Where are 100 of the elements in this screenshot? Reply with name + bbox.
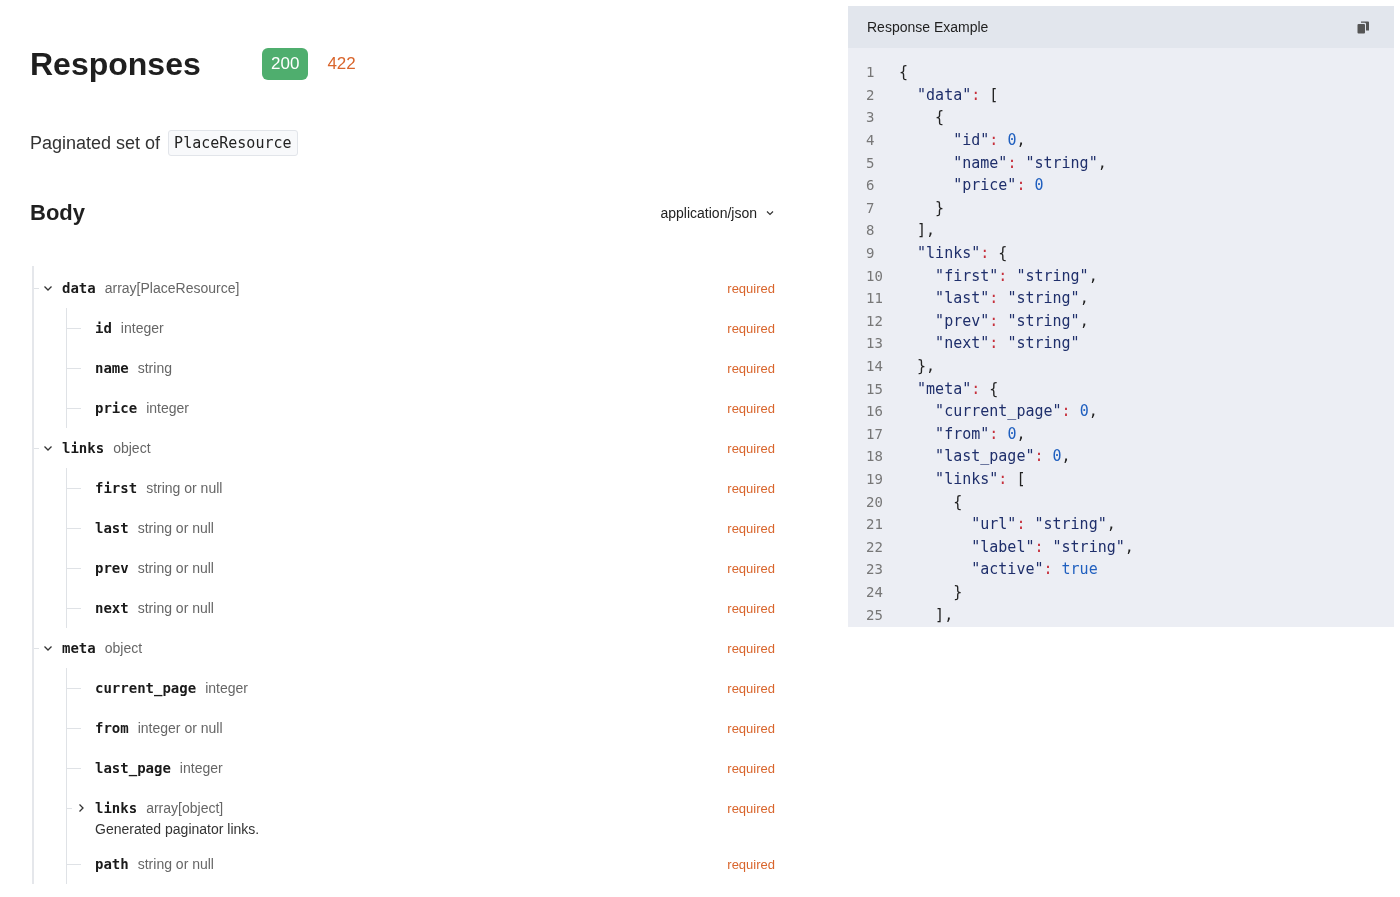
field-type: string or null bbox=[137, 600, 214, 616]
required-label: required bbox=[727, 360, 775, 376]
code-line: "links": [ bbox=[934, 470, 1026, 488]
required-label: required bbox=[727, 640, 775, 656]
code-line: }, bbox=[916, 357, 936, 375]
code-line: "from": 0, bbox=[934, 424, 1026, 443]
line-number: 11 bbox=[866, 290, 884, 307]
line-number: 3 bbox=[866, 109, 876, 126]
line-number: 6 bbox=[866, 177, 876, 194]
code-line: } bbox=[952, 582, 963, 601]
field-type: object bbox=[113, 440, 151, 456]
code-line: "data": [ bbox=[916, 85, 999, 104]
field-name: price bbox=[95, 400, 138, 416]
line-number: 22 bbox=[866, 538, 884, 555]
field-name: meta bbox=[62, 640, 96, 656]
field-type: object bbox=[104, 640, 143, 656]
field-name: first bbox=[95, 480, 138, 496]
line-number: 12 bbox=[866, 312, 884, 329]
required-label: required bbox=[727, 760, 775, 776]
field-name: from bbox=[95, 720, 129, 736]
field-name: links bbox=[62, 440, 105, 456]
line-number: 21 bbox=[866, 516, 884, 533]
status-code-tab[interactable]: 422 bbox=[327, 48, 356, 80]
section-title: Responses bbox=[30, 45, 202, 83]
code-line: "meta": { bbox=[916, 379, 999, 398]
field-name: last bbox=[95, 520, 129, 536]
code-line: "last": "string", bbox=[934, 289, 1089, 308]
code-line: "price": 0 bbox=[952, 176, 1044, 195]
schema-code: PlaceResource bbox=[168, 130, 298, 156]
content-type-dropdown[interactable]: application/json bbox=[660, 205, 775, 221]
required-label: required bbox=[727, 400, 775, 416]
field-type: integer bbox=[205, 680, 248, 696]
required-label: required bbox=[727, 600, 775, 616]
required-label: required bbox=[727, 440, 775, 456]
field-type: string or null bbox=[137, 560, 214, 576]
line-number: 23 bbox=[866, 561, 884, 578]
line-number: 8 bbox=[866, 222, 876, 239]
code-line: "first": "string", bbox=[934, 266, 1098, 285]
field-name: path bbox=[95, 856, 129, 872]
body-title: Body bbox=[30, 200, 85, 226]
line-number: 17 bbox=[866, 425, 884, 442]
line-number: 15 bbox=[866, 380, 884, 397]
field-name: name bbox=[95, 360, 129, 376]
code-line: "label": "string", bbox=[970, 537, 1134, 556]
field-type: integer bbox=[179, 760, 223, 776]
required-label: required bbox=[727, 720, 775, 736]
required-label: required bbox=[727, 680, 775, 696]
field-description: Generated paginator links. bbox=[95, 821, 261, 837]
field-type: integer bbox=[146, 400, 189, 416]
line-number: 2 bbox=[866, 86, 876, 103]
field-name: next bbox=[95, 600, 129, 616]
required-label: required bbox=[727, 800, 775, 816]
field-name: last_page bbox=[95, 760, 171, 776]
collapse-chevron-icon[interactable] bbox=[43, 443, 53, 453]
code-line: "next": "string" bbox=[934, 334, 1080, 353]
line-number: 25 bbox=[866, 606, 884, 623]
line-number: 24 bbox=[866, 583, 884, 600]
status-code-tab[interactable]: 200 bbox=[262, 48, 309, 80]
field-type: integer or null bbox=[137, 720, 223, 736]
code-line: "prev": "string", bbox=[934, 311, 1089, 330]
code-line: { bbox=[899, 63, 909, 82]
field-type: string or null bbox=[137, 520, 214, 536]
line-number: 7 bbox=[866, 199, 876, 216]
code-line: { bbox=[934, 108, 945, 127]
line-number: 10 bbox=[866, 267, 884, 284]
field-type: array[object] bbox=[146, 800, 224, 816]
required-label: required bbox=[727, 856, 775, 872]
field-name: data bbox=[62, 280, 96, 296]
field-type: integer bbox=[120, 320, 164, 336]
line-number: 4 bbox=[866, 132, 876, 149]
required-label: required bbox=[727, 520, 775, 536]
required-label: required bbox=[727, 280, 775, 296]
expand-chevron-icon[interactable] bbox=[76, 803, 86, 813]
code-line: "last_page": 0, bbox=[934, 447, 1071, 466]
code-line: "name": "string", bbox=[952, 153, 1107, 172]
field-name: id bbox=[95, 320, 112, 336]
field-type: string or null bbox=[146, 480, 223, 496]
line-number: 9 bbox=[866, 245, 876, 262]
required-label: required bbox=[727, 320, 775, 336]
line-number: 20 bbox=[866, 493, 884, 510]
code-line: ], bbox=[916, 221, 936, 240]
panel-title: Response Example bbox=[867, 19, 989, 35]
code-line: { bbox=[952, 492, 963, 511]
line-number: 19 bbox=[866, 471, 884, 487]
code-line: "id": 0, bbox=[952, 131, 1026, 150]
code-line: ], bbox=[934, 605, 954, 624]
line-number: 14 bbox=[866, 358, 884, 374]
code-line: "active": true bbox=[970, 560, 1098, 579]
field-type: string bbox=[137, 360, 172, 376]
field-type: string or null bbox=[137, 856, 214, 872]
copy-icon[interactable] bbox=[1357, 20, 1370, 34]
caret-icon bbox=[765, 208, 775, 218]
line-number: 16 bbox=[866, 403, 884, 420]
collapse-chevron-icon[interactable] bbox=[43, 643, 53, 653]
line-number: 5 bbox=[866, 154, 876, 171]
summary-text: Paginated set of bbox=[30, 132, 161, 154]
collapse-chevron-icon[interactable] bbox=[43, 283, 53, 293]
field-type: array[PlaceResource] bbox=[104, 280, 240, 296]
code-line: "current_page": 0, bbox=[934, 402, 1098, 421]
field-name: links bbox=[95, 800, 138, 816]
